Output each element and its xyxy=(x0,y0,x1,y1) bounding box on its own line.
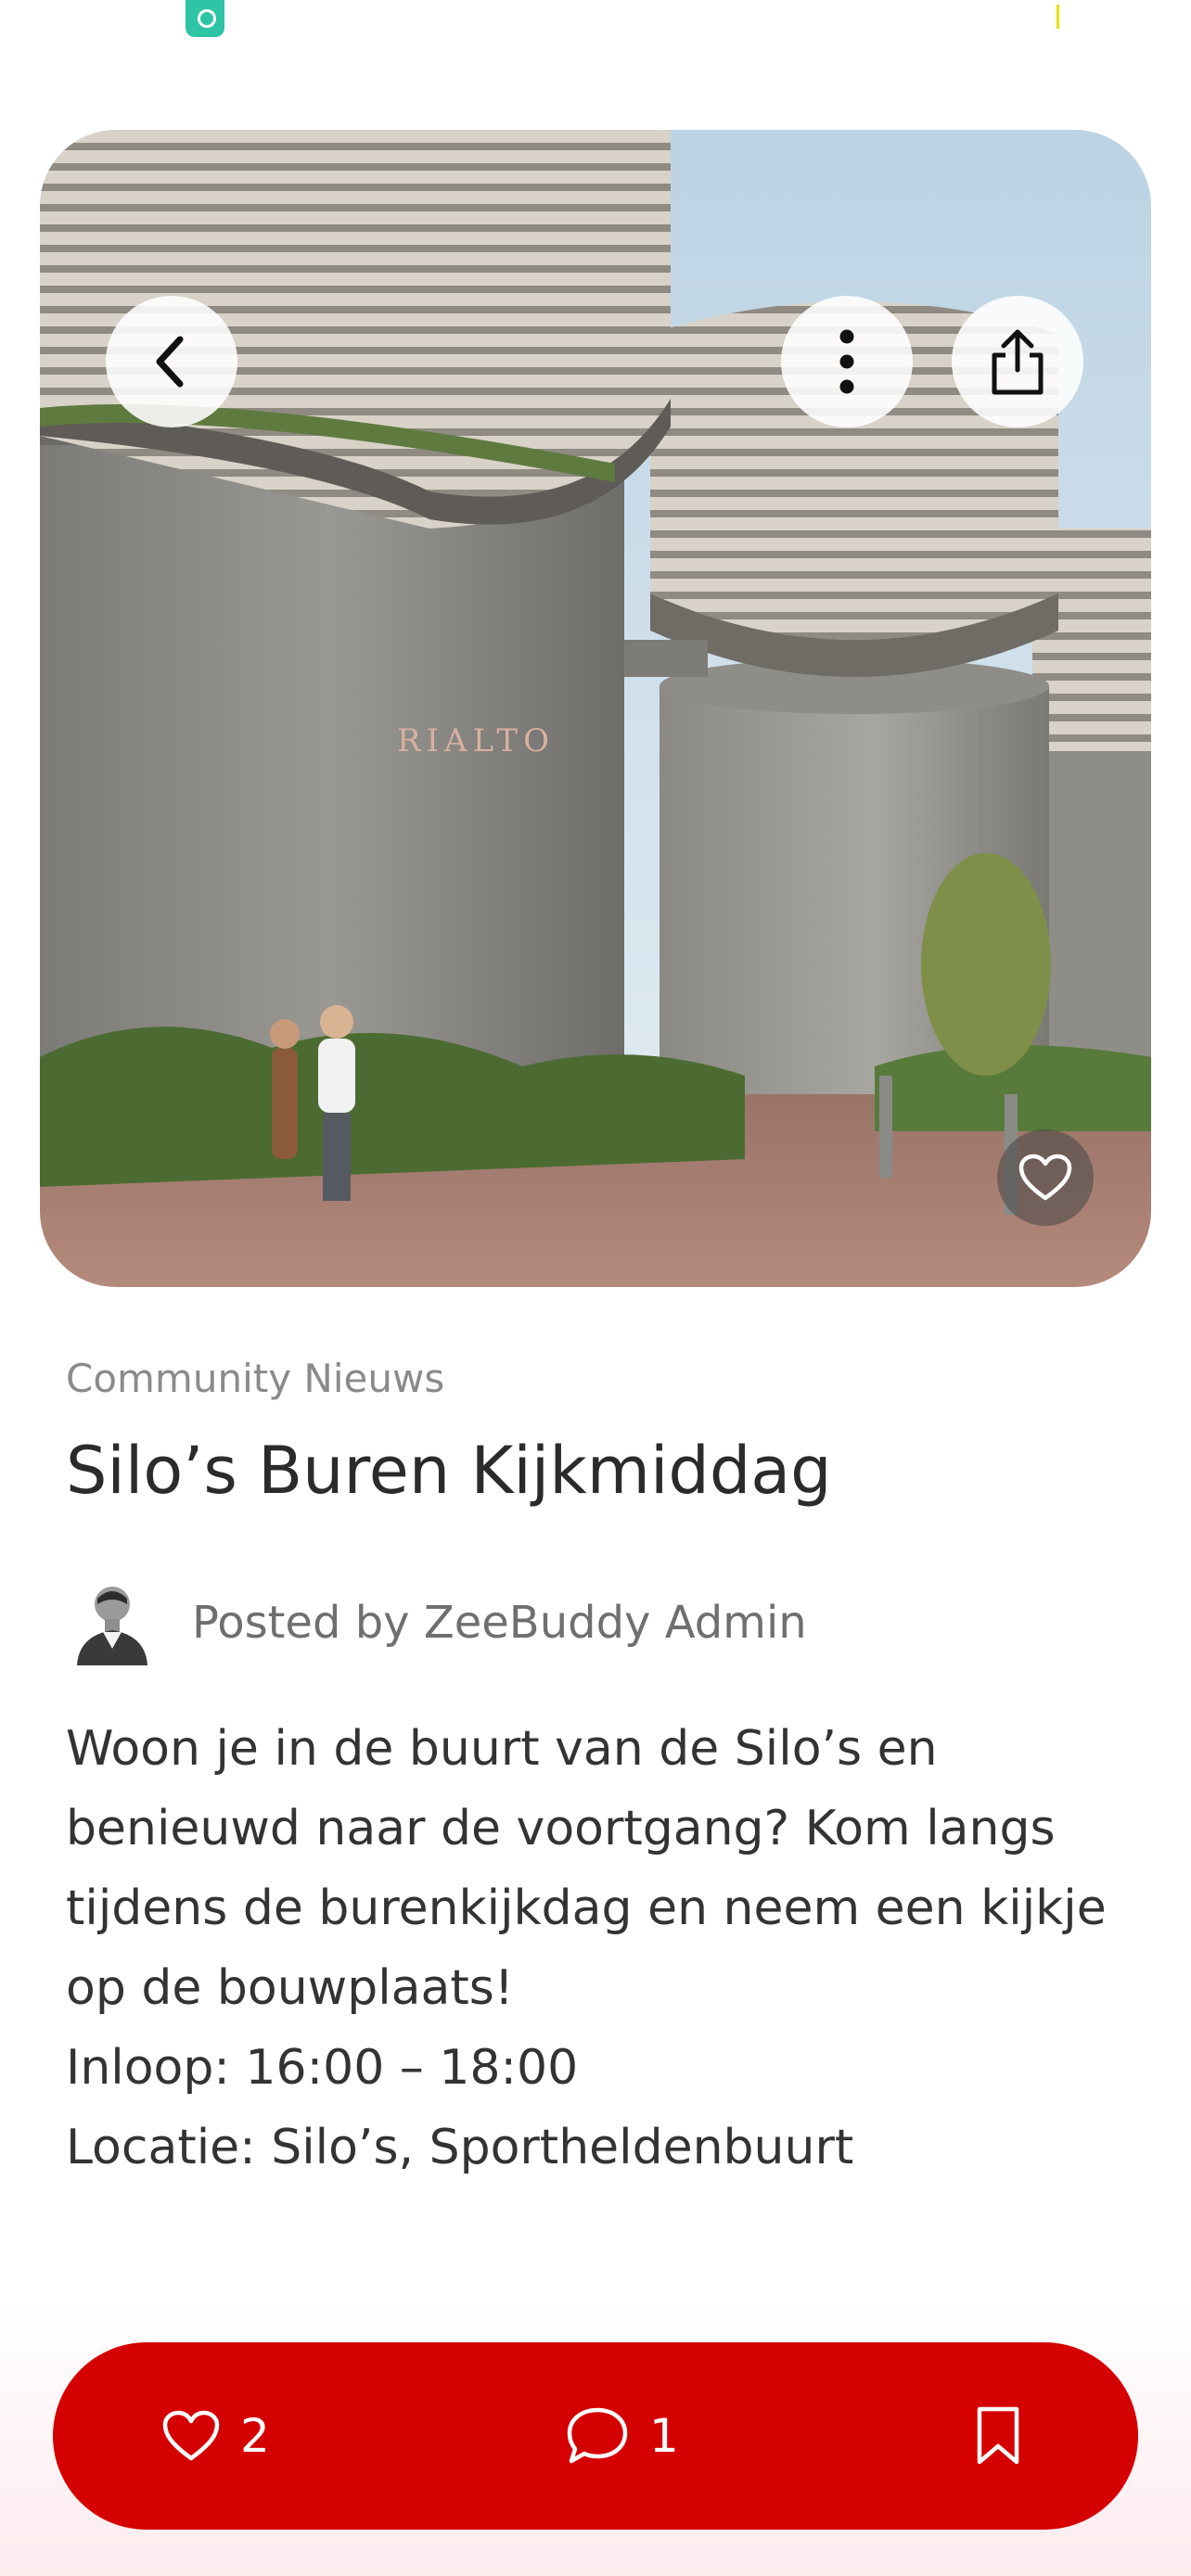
body-line: Woon je in de buurt van de Silo’s en xyxy=(66,1721,938,1777)
building-sign: RIALTO xyxy=(397,722,555,759)
more-options-button[interactable] xyxy=(781,296,913,427)
like-button[interactable]: 2 xyxy=(162,2342,270,2530)
body-line: op de bouwplaats! xyxy=(66,1960,514,2016)
post-body: Woon je in de buurt van de Silo’s en ben… xyxy=(66,1709,1142,2187)
body-line: benieuwd naar de voortgang? Kom langs xyxy=(66,1801,1056,1856)
status-indicator xyxy=(1057,5,1059,29)
heart-outline-icon xyxy=(1018,1154,1072,1201)
action-bar: 2 1 xyxy=(53,2342,1138,2530)
back-button[interactable] xyxy=(106,296,237,427)
chevron-left-icon xyxy=(156,336,184,388)
event-time: Inloop: 16:00 – 18:00 xyxy=(66,2040,579,2096)
comment-icon xyxy=(567,2407,628,2464)
event-location: Locatie: Silo’s, Sportheldenbuurt xyxy=(66,2120,854,2175)
bookmark-icon xyxy=(977,2406,1019,2465)
favorite-button[interactable] xyxy=(997,1129,1094,1226)
comment-count: 1 xyxy=(649,2409,679,2463)
like-count: 2 xyxy=(240,2409,270,2463)
status-bar xyxy=(0,0,1191,74)
comment-button[interactable]: 1 xyxy=(566,2342,679,2530)
app-notification-icon xyxy=(186,0,224,37)
share-button[interactable] xyxy=(952,296,1083,427)
more-vertical-icon xyxy=(839,329,854,394)
heart-outline-icon xyxy=(162,2410,220,2461)
post-title: Silo’s Buren Kijkmiddag xyxy=(66,1433,832,1509)
post-category: Community Nieuws xyxy=(66,1356,445,1401)
author-name: Posted by ZeeBuddy Admin xyxy=(192,1597,807,1649)
share-icon xyxy=(992,329,1044,395)
bookmark-button[interactable] xyxy=(975,2342,1021,2530)
avatar xyxy=(77,1587,147,1665)
author-row: Posted by ZeeBuddy Admin xyxy=(66,1576,1086,1669)
body-line: tijdens de burenkijkdag en neem een kijk… xyxy=(66,1881,1107,1936)
